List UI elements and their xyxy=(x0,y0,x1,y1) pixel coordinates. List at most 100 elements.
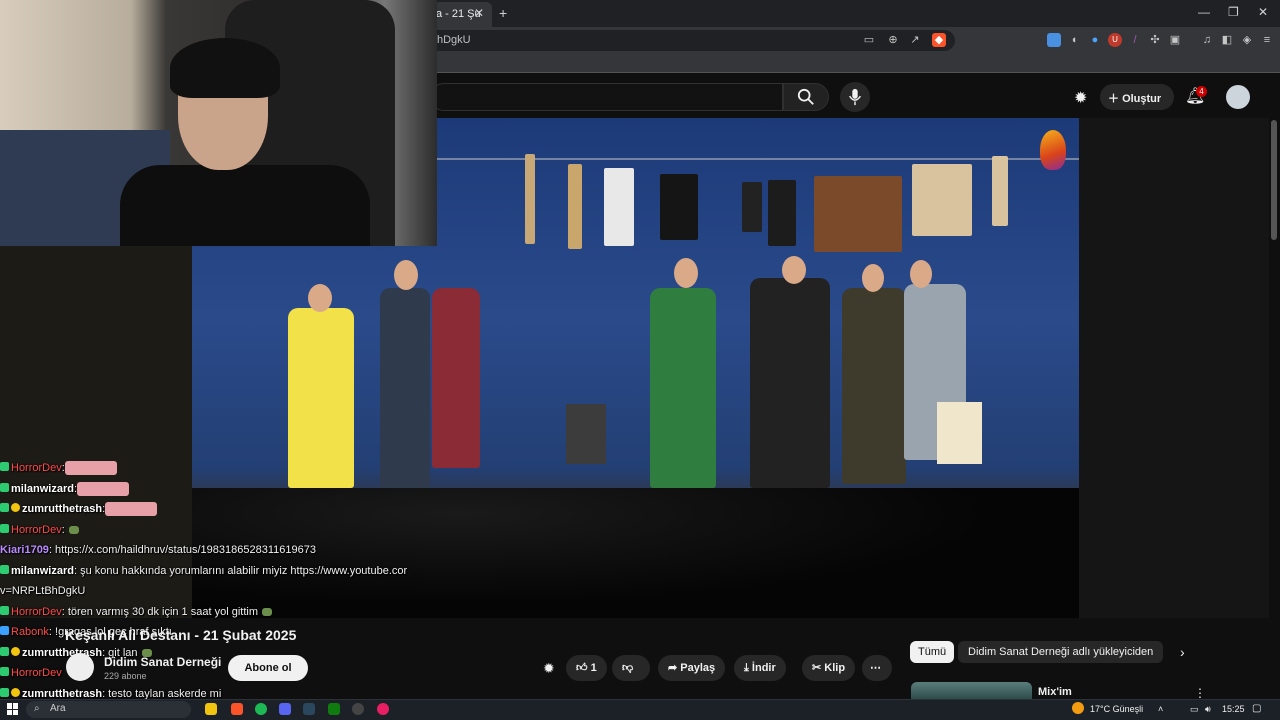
tab-close-icon[interactable]: ✕ xyxy=(474,6,484,20)
stage-prop-cloth xyxy=(660,174,698,240)
more-horizontal-icon: ⋯ xyxy=(870,662,881,674)
clip-button[interactable]: ✂ Klip xyxy=(802,655,856,681)
chip-uploader[interactable]: Didim Sanat Derneği adlı yükleyiciden xyxy=(958,641,1164,663)
chat-message: HorrorDev: xyxy=(0,458,430,479)
more-vertical-icon[interactable]: ⋮ xyxy=(1194,686,1206,700)
steam-icon[interactable] xyxy=(303,703,315,715)
pen-extension-icon[interactable]: / xyxy=(1128,33,1142,47)
actor xyxy=(432,288,480,468)
subscriber-badge-icon xyxy=(0,523,9,533)
media-icon[interactable]: ♫ xyxy=(1200,33,1214,47)
sword-badge-icon xyxy=(0,626,9,635)
cast-icon[interactable]: ▭ xyxy=(862,33,876,47)
like-button[interactable]: 👍︎ 1 xyxy=(566,655,607,681)
chat-username[interactable]: zumrutthetrash xyxy=(22,503,102,515)
close-window-button[interactable]: ✕ xyxy=(1258,5,1268,19)
app-icon[interactable] xyxy=(352,703,364,715)
plus-icon: ＋ xyxy=(1108,93,1123,105)
network-icon[interactable]: ▭ xyxy=(1190,704,1199,715)
notification-center-icon[interactable]: ▢ xyxy=(1252,703,1261,714)
maximize-button[interactable]: ❐ xyxy=(1228,5,1239,19)
spotify-icon[interactable] xyxy=(255,703,267,715)
chip-all[interactable]: Tümü xyxy=(910,641,955,663)
search-icon: ⌕ xyxy=(34,703,40,714)
chat-username[interactable]: Kiari1709 xyxy=(0,544,49,556)
subscriber-badge-icon xyxy=(0,482,9,492)
chat-emote-icon xyxy=(64,461,117,476)
search-input[interactable] xyxy=(430,83,783,111)
gold-badge-icon xyxy=(11,503,20,512)
stage-stool xyxy=(937,402,982,464)
new-tab-button[interactable]: + xyxy=(499,5,507,21)
taskbar-weather[interactable]: 17°C Güneşli xyxy=(1090,704,1143,714)
volume-icon[interactable]: 🔊︎ xyxy=(1205,704,1211,715)
ublock-icon[interactable]: U xyxy=(1108,33,1122,47)
chat-text: v=NRPLtBhDgkU xyxy=(0,585,86,597)
chevron-right-icon[interactable]: › xyxy=(1180,644,1185,660)
chat-text: : xyxy=(61,523,65,536)
premium-sparkle-icon[interactable]: ✹ xyxy=(543,660,555,677)
recommended-title[interactable]: Mix'im xyxy=(1038,686,1072,698)
chat-emote-icon xyxy=(77,481,130,496)
actor-head xyxy=(910,260,932,288)
gold-badge-icon xyxy=(11,646,20,656)
taskbar-clock[interactable]: 15:25 xyxy=(1222,704,1245,714)
webcam-streamer-hair xyxy=(170,38,280,98)
file-explorer-icon[interactable] xyxy=(205,703,217,715)
wallet-icon[interactable]: ◈ xyxy=(1240,33,1254,47)
account-avatar[interactable] xyxy=(1226,85,1250,109)
channel-name[interactable]: Didim Sanat Derneği xyxy=(104,655,221,669)
chat-username[interactable]: Rabonk xyxy=(11,626,49,638)
stage-table xyxy=(566,404,606,464)
voice-search-button[interactable] xyxy=(840,82,870,112)
chat-message: milanwizard: şu konu hakkında yorumların… xyxy=(0,561,430,582)
taskbar-search-input[interactable]: Ara xyxy=(26,701,191,718)
stage-prop-cloth xyxy=(568,164,582,249)
actor-head xyxy=(782,256,806,284)
share-page-icon[interactable]: ↗ xyxy=(908,33,922,47)
download-label: İndir xyxy=(751,662,776,674)
chat-username[interactable]: HorrorDev xyxy=(11,606,62,618)
zoom-icon[interactable]: ⊕ xyxy=(886,33,900,47)
app-icon[interactable] xyxy=(377,703,389,715)
chat-username[interactable]: milanwizard xyxy=(11,565,74,577)
sidebar-icon[interactable]: ◧ xyxy=(1220,33,1234,47)
extension-icon[interactable] xyxy=(1047,33,1061,47)
chat-emote-icon xyxy=(105,502,158,517)
puzzle-icon[interactable]: ✣ xyxy=(1148,33,1162,47)
dislike-button[interactable]: 👎︎ xyxy=(612,655,650,681)
create-label: Oluştur xyxy=(1122,93,1162,105)
actor-head xyxy=(394,260,418,290)
page-scrollbar[interactable] xyxy=(1271,120,1277,240)
channel-avatar[interactable] xyxy=(66,653,94,681)
thumbs-down-icon: 👎︎ xyxy=(622,662,634,674)
settings-gear-icon[interactable]: ✹ xyxy=(1074,88,1087,108)
video-title: Keşanlı Ali Destanı - 21 Şubat 2025 xyxy=(65,627,297,643)
chat-username[interactable]: HorrorDev xyxy=(11,462,62,474)
vpn-extension-icon[interactable]: ● xyxy=(1088,33,1102,47)
brave-shield-icon[interactable]: ◆ xyxy=(932,33,946,47)
chat-username[interactable]: milanwizard xyxy=(11,483,74,495)
subscribe-button[interactable]: Abone ol xyxy=(228,655,308,681)
tray-overflow-icon[interactable]: ˄ xyxy=(1158,704,1163,714)
screenshot-icon[interactable]: ▣ xyxy=(1168,33,1182,47)
minimize-button[interactable]: — xyxy=(1198,5,1210,19)
menu-icon[interactable]: ≡ xyxy=(1260,33,1274,47)
recommended-thumbnail[interactable] xyxy=(911,682,1032,700)
share-button[interactable]: ➦ Paylaş xyxy=(658,655,726,681)
chat-message: milanwizard: xyxy=(0,479,430,500)
create-button[interactable]: ＋ Oluştur xyxy=(1100,84,1174,110)
brave-browser-icon[interactable] xyxy=(231,703,243,715)
audio-extension-icon[interactable]: ◖ xyxy=(1067,33,1081,47)
download-button[interactable]: ⤓ İndir xyxy=(734,655,786,681)
stage-prop-cloth xyxy=(912,164,972,236)
more-actions-button[interactable]: ⋯ xyxy=(862,655,892,681)
search-button[interactable] xyxy=(783,83,829,111)
weather-sun-icon[interactable] xyxy=(1072,702,1084,714)
chat-username[interactable]: HorrorDev xyxy=(11,667,62,679)
windows-start-icon[interactable] xyxy=(7,703,19,715)
chat-username[interactable]: zumrutthetrash xyxy=(22,688,102,700)
xbox-icon[interactable] xyxy=(328,703,340,715)
discord-icon[interactable] xyxy=(279,703,291,715)
chat-username[interactable]: HorrorDev xyxy=(11,524,62,536)
